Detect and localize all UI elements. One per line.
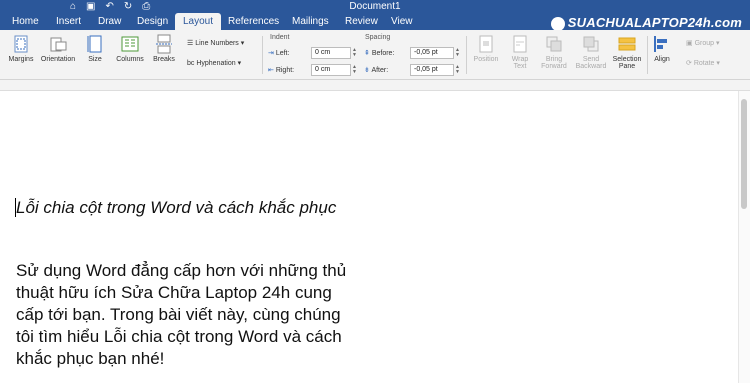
brand-logo: SUACHUALAPTOP24h.com — [550, 15, 742, 31]
spacing-group-label: Spacing — [365, 34, 391, 41]
indent-left-icon: ⇥ — [268, 50, 276, 57]
size-button[interactable]: Size — [84, 34, 106, 63]
orientation-icon — [48, 34, 68, 54]
indent-left-label: ⇥ Left: — [268, 50, 290, 57]
selection-pane-button[interactable]: Selection Pane — [610, 34, 644, 70]
tab-draw[interactable]: Draw — [90, 13, 129, 30]
breaks-button[interactable]: Breaks — [151, 34, 177, 63]
wrap-text-button[interactable]: Wrap Text — [506, 34, 534, 70]
size-icon — [85, 34, 105, 54]
selection-pane-icon — [617, 34, 637, 54]
tab-design[interactable]: Design — [129, 13, 176, 30]
indent-left-field[interactable]: 0 cm — [311, 47, 351, 59]
columns-button[interactable]: Columns — [114, 34, 146, 63]
ruler-area — [0, 80, 750, 91]
indent-right-field[interactable]: 0 cm — [311, 64, 351, 76]
tab-review[interactable]: Review — [337, 13, 386, 30]
tab-home[interactable]: Home — [4, 13, 47, 30]
quick-access-toolbar: ⌂ ▣ ↶ ↻ ⎙ — [70, 0, 150, 13]
spacing-after-stepper[interactable]: ▲ ▼ — [455, 65, 461, 75]
position-icon — [476, 34, 496, 54]
send-backward-button[interactable]: Send Backward — [574, 34, 608, 70]
align-button[interactable]: Align — [650, 34, 674, 63]
spacing-before-label: ⇞ Before: — [364, 50, 395, 57]
print-icon[interactable]: ⎙ — [142, 0, 150, 13]
save-icon[interactable]: ▣ — [86, 0, 95, 13]
ribbon-separator — [262, 36, 263, 74]
hyphenation-icon: bc — [187, 60, 197, 67]
ribbon-separator — [647, 36, 648, 74]
position-button[interactable]: Position — [470, 34, 502, 63]
tab-mailings[interactable]: Mailings — [284, 13, 337, 30]
document-heading[interactable]: Lỗi chia cột trong Word và cách khắc phụ… — [16, 197, 346, 219]
spacing-after-label: ⇟ After: — [364, 67, 389, 74]
layout-ribbon: Margins Orientation Size Columns Breaks … — [0, 30, 750, 80]
group-button[interactable]: ▣ Group ▾ — [686, 39, 720, 47]
margins-icon — [11, 34, 31, 54]
indent-right-label: ⇤ Right: — [268, 67, 295, 74]
undo-icon[interactable]: ↶ — [106, 0, 114, 13]
spacing-before-field[interactable]: -0,05 pt — [410, 47, 454, 59]
margins-button[interactable]: Margins — [6, 34, 36, 63]
indent-right-icon: ⇤ — [268, 67, 276, 74]
group-icon: ▣ — [686, 40, 695, 47]
scrollbar-thumb[interactable] — [741, 99, 747, 209]
vertical-scrollbar[interactable] — [738, 91, 750, 383]
document-paragraph[interactable]: Sử dụng Word đẳng cấp hơn với những thủ … — [16, 260, 351, 370]
rotate-button[interactable]: ⟳ Rotate ▾ — [686, 59, 720, 67]
line-numbers-button[interactable]: ☰ Line Numbers ▾ — [187, 39, 244, 47]
bring-forward-button[interactable]: Bring Forward — [538, 34, 570, 70]
spacing-after-field[interactable]: -0,05 pt — [410, 64, 454, 76]
align-icon — [652, 34, 672, 54]
tab-insert[interactable]: Insert — [48, 13, 89, 30]
spacing-before-stepper[interactable]: ▲ ▼ — [455, 48, 461, 58]
wrap-text-icon — [510, 34, 530, 54]
columns-icon — [120, 34, 140, 54]
hyphenation-button[interactable]: bc Hyphenation ▾ — [187, 59, 241, 67]
rotate-icon: ⟳ — [686, 60, 694, 67]
send-backward-icon — [581, 34, 601, 54]
tab-layout[interactable]: Layout — [175, 13, 222, 30]
ribbon-tabs: Home Insert Draw Design Layout Reference… — [0, 13, 750, 31]
orientation-button[interactable]: Orientation — [38, 34, 78, 63]
ribbon-separator — [466, 36, 467, 74]
spacing-before-icon: ⇞ — [364, 50, 372, 57]
bring-forward-icon — [544, 34, 564, 54]
home-icon[interactable]: ⌂ — [70, 0, 76, 13]
brand-logo-icon — [550, 16, 565, 31]
redo-icon[interactable]: ↻ — [124, 0, 132, 13]
indent-left-stepper[interactable]: ▲ ▼ — [352, 48, 358, 58]
line-numbers-icon: ☰ — [187, 40, 196, 47]
indent-group-label: Indent — [270, 34, 290, 41]
breaks-icon — [154, 34, 174, 54]
tab-view[interactable]: View — [383, 13, 421, 30]
title-bar: Document1 ⌂ ▣ ↶ ↻ ⎙ — [0, 0, 750, 13]
tab-references[interactable]: References — [220, 13, 287, 30]
indent-right-stepper[interactable]: ▲ ▼ — [352, 65, 358, 75]
